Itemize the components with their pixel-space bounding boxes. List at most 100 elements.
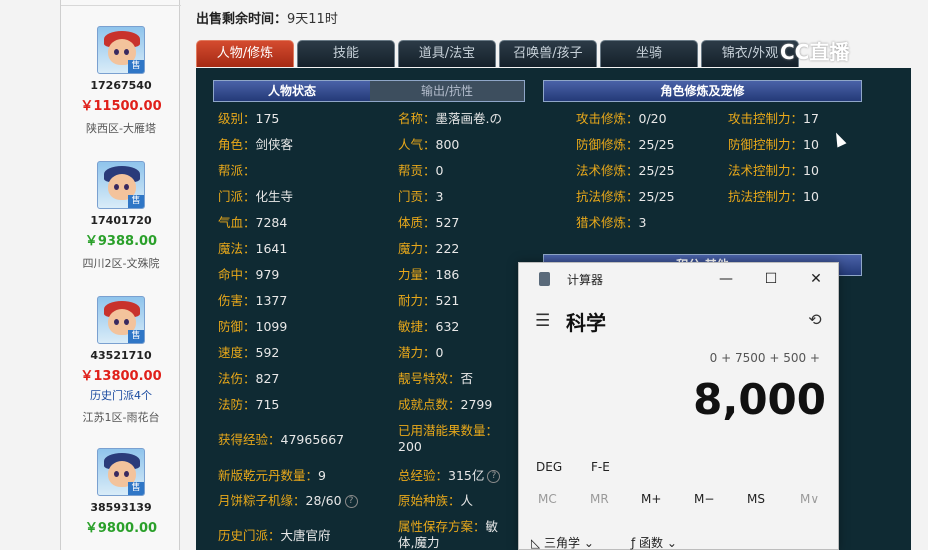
stat-value: 0/20 <box>638 111 667 126</box>
stat-label: 原始种族： <box>398 493 461 508</box>
help-icon[interactable]: ? <box>344 495 358 508</box>
output-tab[interactable]: 输出/抗性 <box>370 81 524 101</box>
trig-dropdown[interactable]: ◺ 三角学 ⌄ <box>531 534 594 550</box>
stat-label: 法术修炼： <box>576 163 639 178</box>
potion-row: 已用潜能果数量：200 <box>398 423 516 455</box>
avatar[interactable]: 售 <box>97 448 145 496</box>
m-plus-button[interactable]: M+ <box>641 492 661 506</box>
stat-value: 1641 <box>255 241 288 256</box>
calculator-app-icon <box>539 272 550 286</box>
stat-label: 防御： <box>218 319 256 334</box>
avatar-eye <box>124 319 129 325</box>
function-dropdown[interactable]: ƒ 函数 ⌄ <box>631 534 677 550</box>
minimize-icon[interactable]: — <box>712 268 740 290</box>
tab-mounts[interactable]: 坐骑 <box>600 40 698 67</box>
stat-value: 25/25 <box>638 189 675 204</box>
stat-row: 潜力：0 <box>398 345 443 361</box>
stat-value: 剑侠客 <box>255 137 294 152</box>
stat-row: 门派：化生寺 <box>218 189 293 205</box>
m-minus-button[interactable]: M− <box>694 492 714 506</box>
seller-sidebar: 售 17267540 ￥11500.00 陕西区-大雁塔售 17401720 ￥9388.… <box>60 0 181 550</box>
seller-card[interactable]: 售 43521710 ￥13800.00 历史门派4个 江苏1区-雨花台 <box>61 296 181 425</box>
calculator-window: 计算器 — ☐ ✕ ☰ 科学 ⟲ 0 + 7500 + 500 + 8,000 … <box>518 262 839 550</box>
seller-card[interactable]: 售 38593139 ￥9800.00 <box>61 448 181 536</box>
seller-note[interactable]: 历史门派4个 <box>61 387 181 403</box>
mc-button[interactable]: MC <box>538 492 557 506</box>
history-icon[interactable]: ⟲ <box>805 310 825 330</box>
stat-row: 体质：527 <box>398 215 459 231</box>
stat-value: 17 <box>803 111 819 126</box>
for-sale-badge: 售 <box>128 60 144 73</box>
calculator-result: 8,000 <box>693 375 826 424</box>
stat-value: 1377 <box>255 293 288 308</box>
deg-button[interactable]: DEG <box>536 460 562 474</box>
stat-value: 592 <box>255 345 280 360</box>
close-icon[interactable]: ✕ <box>802 268 830 290</box>
tab-skills[interactable]: 技能 <box>297 40 395 67</box>
stat-row: 级别：175 <box>218 111 279 127</box>
stat-label: 门贡： <box>398 189 436 204</box>
stat-value: 315亿 <box>448 468 485 483</box>
divider <box>61 5 181 6</box>
stat-label: 潜力： <box>398 345 436 360</box>
control-row: 抗法控制力：10 <box>728 189 819 205</box>
avatar[interactable]: 售 <box>97 296 145 344</box>
stat-value: 化生寺 <box>255 189 294 204</box>
trig-icon: ◺ <box>531 536 545 550</box>
stat-label: 敏捷： <box>398 319 436 334</box>
calculator-title: 计算器 <box>567 273 604 287</box>
ms-button[interactable]: MS <box>747 492 765 506</box>
stat-value: 25/25 <box>638 163 675 178</box>
attr-value-line2: 体,魔力 <box>398 535 440 550</box>
tab-items[interactable]: 道具/法宝 <box>398 40 496 67</box>
race-row: 原始种族：人 <box>398 493 473 509</box>
avatar-eye <box>114 184 119 190</box>
maximize-icon[interactable]: ☐ <box>757 268 785 290</box>
seller-price: ￥9800.00 <box>84 521 158 536</box>
avatar-eye <box>114 471 119 477</box>
sale-remaining-time: 出售剩余时间：9天11时 <box>196 8 338 27</box>
seller-card[interactable]: 售 17401720 ￥9388.00 四川2区-文殊院 <box>61 161 181 271</box>
status-header: 人物状态 输出/抗性 <box>213 80 525 102</box>
stat-row: 气血：7284 <box>218 215 287 231</box>
stat-row: 人气：800 <box>398 137 459 153</box>
cultivation-row: 猎术修炼：3 <box>576 215 646 231</box>
menu-icon[interactable]: ☰ <box>535 311 550 331</box>
seller-card[interactable]: 售 17267540 ￥11500.00 陕西区-大雁塔 <box>61 26 181 136</box>
seller-price: ￥9388.00 <box>84 234 158 249</box>
stat-value: 521 <box>435 293 460 308</box>
stat-row: 靓号特效：否 <box>398 371 473 387</box>
stat-row: 帮贡：0 <box>398 163 443 179</box>
stat-label: 已用潜能果数量： <box>398 423 499 438</box>
avatar[interactable]: 售 <box>97 26 145 74</box>
sale-time-value: 9天11时 <box>287 12 338 27</box>
avatar[interactable]: 售 <box>97 161 145 209</box>
stat-label: 级别： <box>218 111 256 126</box>
stat-label: 猎术修炼： <box>576 215 639 230</box>
cc-live-watermark: CC直播 <box>780 40 850 64</box>
cultivation-row: 抗法修炼：25/25 <box>576 189 675 205</box>
calculator-titlebar[interactable]: 计算器 — ☐ ✕ <box>519 263 838 295</box>
control-row: 法术控制力：10 <box>728 163 819 179</box>
stat-label: 力量： <box>398 267 436 282</box>
stat-value: 10 <box>803 189 819 204</box>
mr-button[interactable]: MR <box>590 492 609 506</box>
seller-id: 43521710 <box>90 349 152 362</box>
stat-row: 速度：592 <box>218 345 279 361</box>
trig-label: 三角学 <box>544 536 581 550</box>
sale-time-label: 出售剩余时间： <box>196 12 288 27</box>
status-tab[interactable]: 人物状态 <box>214 81 370 101</box>
tab-pets[interactable]: 召唤兽/孩子 <box>499 40 597 67</box>
stat-value: 632 <box>435 319 460 334</box>
stat-value: 827 <box>255 371 280 386</box>
qiankun-row: 新版乾元丹数量：9 <box>218 468 326 484</box>
tab-character[interactable]: 人物/修炼 <box>196 40 294 67</box>
total-exp-row: 总经验：315亿? <box>398 468 501 484</box>
fe-button[interactable]: F-E <box>591 460 610 474</box>
memory-list-button[interactable]: M∨ <box>800 492 819 506</box>
help-icon[interactable]: ? <box>487 470 501 483</box>
stat-label: 魔力： <box>398 241 436 256</box>
stat-label: 帮派： <box>218 163 256 178</box>
experience-row: 获得经验：47965667 <box>218 432 344 448</box>
stat-row: 帮派： <box>218 163 256 179</box>
